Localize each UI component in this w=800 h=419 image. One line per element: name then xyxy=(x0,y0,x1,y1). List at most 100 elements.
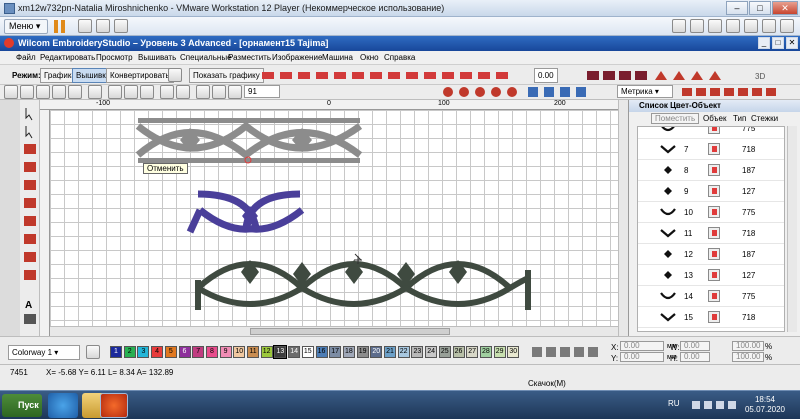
list-item[interactable]: 13 127 xyxy=(638,265,784,286)
color-swatch[interactable]: 18 xyxy=(342,346,355,358)
close-button[interactable]: ✕ xyxy=(772,1,798,15)
unity-icon[interactable] xyxy=(114,19,128,33)
color-swatch[interactable]: 8 xyxy=(205,346,218,358)
color-swatch[interactable]: 24 xyxy=(425,346,438,358)
vmware-menu-button[interactable]: Меню ▾ xyxy=(4,19,48,34)
print-icon[interactable] xyxy=(52,85,66,99)
stitch-type-icons[interactable] xyxy=(260,68,520,83)
color-swatch[interactable]: 26 xyxy=(452,346,465,358)
h-percent-field[interactable]: 100.00 xyxy=(732,352,764,362)
color-swatch[interactable]: 9 xyxy=(219,346,232,358)
h-field[interactable]: 0.00 xyxy=(680,352,710,362)
value-field[interactable]: 0.00 xyxy=(534,68,558,83)
color-swatch[interactable]: 22 xyxy=(397,346,410,358)
menu-help[interactable]: Справка xyxy=(384,53,415,62)
colorway-select[interactable]: Colorway 1 ▾ xyxy=(8,345,80,360)
color-swatch[interactable]: 27 xyxy=(466,346,479,358)
color-swatch[interactable]: 4 xyxy=(151,346,164,358)
color-swatch[interactable]: 23 xyxy=(411,346,424,358)
color-swatch[interactable]: 14 xyxy=(288,346,301,358)
app-minimize-button[interactable]: _ xyxy=(758,37,770,49)
misc-icons[interactable] xyxy=(680,85,798,99)
color-swatch[interactable]: 13 xyxy=(273,345,288,359)
tool-icons[interactable]: A xyxy=(20,100,40,336)
apply-button[interactable]: Поместить xyxy=(651,113,700,124)
device-icon[interactable] xyxy=(780,19,794,33)
units-select[interactable]: Метрика ▾ xyxy=(617,85,673,98)
canvas-horizontal-scrollbar[interactable] xyxy=(50,326,618,336)
list-item[interactable]: 15 718 xyxy=(638,307,784,328)
zoom-field[interactable]: 91 xyxy=(244,85,280,98)
color-swatch[interactable]: 25 xyxy=(438,346,451,358)
color-swatch[interactable]: 11 xyxy=(247,346,259,358)
properties-icon[interactable] xyxy=(88,85,102,99)
view-icons[interactable] xyxy=(440,85,610,99)
list-item[interactable]: 14 775 xyxy=(638,286,784,307)
x-field[interactable]: 0.00 xyxy=(620,341,664,351)
copy-icon[interactable] xyxy=(124,85,138,99)
color-swatch[interactable]: 28 xyxy=(479,346,492,358)
zoom-out-icon[interactable] xyxy=(212,85,226,99)
color-swatch[interactable]: 29 xyxy=(493,346,506,358)
fullscreen-icon[interactable] xyxy=(96,19,110,33)
device-icon[interactable] xyxy=(744,19,758,33)
redo-icon[interactable] xyxy=(176,85,190,99)
globe-icon[interactable] xyxy=(168,68,182,82)
device-icon[interactable] xyxy=(762,19,776,33)
object-list[interactable]: 775 7 718 8 187 9 127 10 775 11 718 12 187 13 1… xyxy=(637,126,785,332)
maximize-button[interactable]: □ xyxy=(749,1,771,15)
color-swatch[interactable]: 19 xyxy=(356,346,369,358)
list-item[interactable]: 775 xyxy=(638,127,784,139)
color-swatch[interactable]: 10 xyxy=(233,346,246,358)
send-keys-icon[interactable] xyxy=(78,19,92,33)
color-swatch[interactable]: 3 xyxy=(137,346,150,358)
new-icon[interactable] xyxy=(4,85,18,99)
app-maximize-button[interactable]: □ xyxy=(772,37,784,49)
y-field[interactable]: 0.00 xyxy=(620,352,664,362)
tray-icons[interactable] xyxy=(690,399,736,411)
color-swatch[interactable]: 21 xyxy=(384,346,396,358)
menu-image[interactable]: Изображение xyxy=(272,53,322,62)
color-swatch[interactable]: 1 xyxy=(110,346,122,358)
device-icon[interactable] xyxy=(726,19,740,33)
color-swatch[interactable]: 20 xyxy=(370,346,383,358)
device-icon[interactable] xyxy=(690,19,704,33)
palette-icon[interactable] xyxy=(86,345,100,359)
arrange-icons[interactable]: 3D xyxy=(585,68,800,83)
menu-file[interactable]: Файл xyxy=(16,53,36,62)
zoom-icon[interactable] xyxy=(228,85,242,99)
list-item[interactable]: 10 775 xyxy=(638,202,784,223)
language-indicator[interactable]: RU xyxy=(668,399,680,408)
clock[interactable]: 18:54 05.07.2020 xyxy=(740,395,790,415)
app-close-button[interactable]: ✕ xyxy=(786,37,798,49)
convert-button[interactable]: Конвертировать xyxy=(106,68,174,83)
panel-scrollbar[interactable] xyxy=(787,126,797,332)
menu-view[interactable]: Просмотр xyxy=(96,53,133,62)
color-swatch[interactable]: 5 xyxy=(164,346,177,358)
color-swatch[interactable]: 6 xyxy=(178,346,191,358)
cut-icon[interactable] xyxy=(108,85,122,99)
color-swatch[interactable]: 17 xyxy=(329,346,342,358)
list-item[interactable]: 7 718 xyxy=(638,139,784,160)
save-icon[interactable] xyxy=(36,85,50,99)
wilcom-taskbar-icon[interactable] xyxy=(100,393,128,418)
hscroll-thumb[interactable] xyxy=(250,328,450,335)
minimize-button[interactable]: – xyxy=(726,1,748,15)
embroidery-design[interactable] xyxy=(50,110,618,326)
w-field[interactable]: 0.00 xyxy=(680,341,710,351)
menu-special[interactable]: Специальные xyxy=(180,53,232,62)
design-canvas[interactable] xyxy=(50,110,618,326)
color-swatch[interactable]: 7 xyxy=(192,346,205,358)
color-tools-icons[interactable] xyxy=(530,345,600,359)
show-graphic-button[interactable]: Показать графику xyxy=(189,68,264,83)
device-icon[interactable] xyxy=(672,19,686,33)
w-percent-field[interactable]: 100.00 xyxy=(732,341,764,351)
color-swatch[interactable]: 16 xyxy=(315,346,328,358)
color-swatch[interactable]: 2 xyxy=(123,346,136,358)
color-swatch[interactable]: 12 xyxy=(260,346,273,358)
list-item[interactable]: 11 718 xyxy=(638,223,784,244)
menu-window[interactable]: Окно xyxy=(360,53,379,62)
canvas-vertical-scrollbar[interactable] xyxy=(618,100,628,336)
list-item[interactable]: 9 127 xyxy=(638,181,784,202)
menu-machine[interactable]: Машина xyxy=(322,53,353,62)
